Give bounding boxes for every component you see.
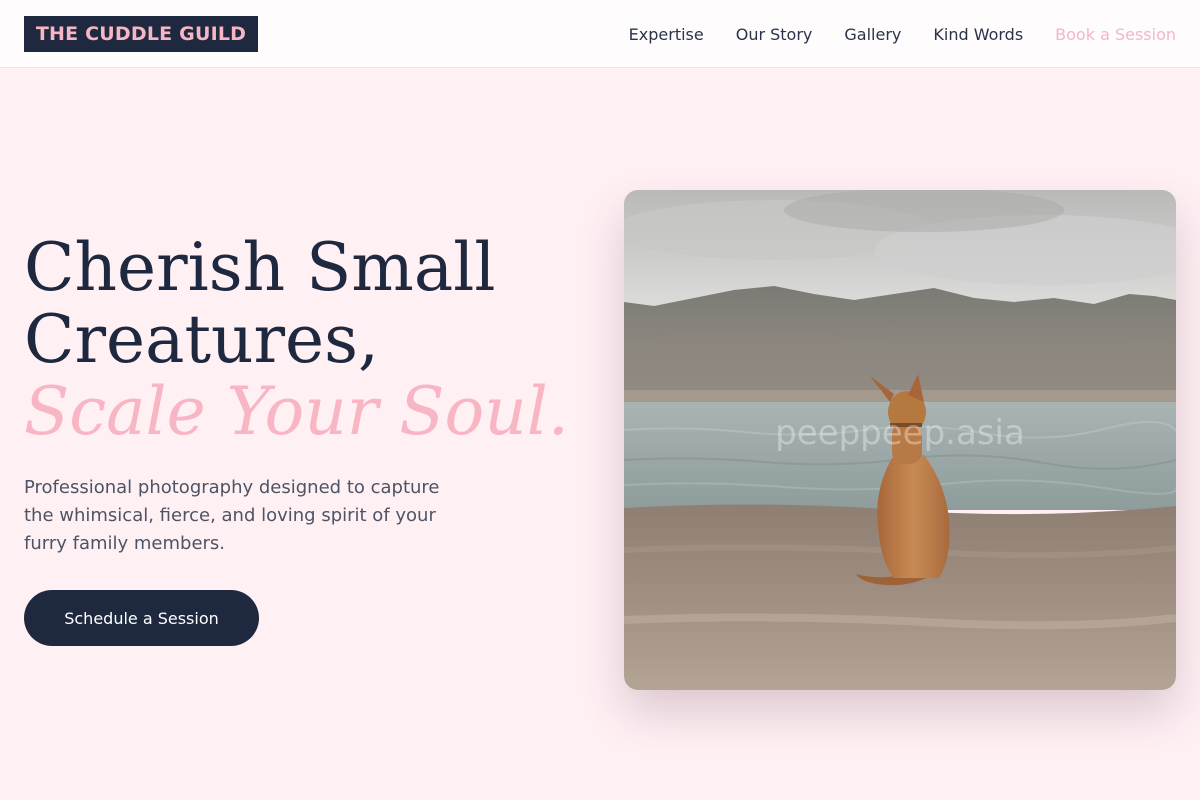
nav-link-book-session[interactable]: Book a Session [1055,25,1176,44]
hero-description: Professional photography designed to cap… [24,477,440,554]
hero-title-line-2: Creatures, [24,301,379,378]
schedule-session-button[interactable]: Schedule a Session [24,590,259,646]
hero-title-line-1: Cherish Small [24,229,496,306]
brand-logo[interactable]: THE CUDDLE GUILD [24,16,258,52]
nav-link-our-story[interactable]: Our Story [736,25,813,44]
nav-link-gallery[interactable]: Gallery [844,25,901,44]
nav-link-kind-words[interactable]: Kind Words [933,25,1023,44]
nav-link-expertise[interactable]: Expertise [629,25,704,44]
nav-links: Expertise Our Story Gallery Kind Words B… [629,22,1176,46]
photo-watermark: peeppeep.asia [775,413,1025,453]
hero-dog-photo: peeppeep.asia [624,190,1176,690]
hero-title: Cherish Small Creatures, Scale Your Soul… [24,232,584,448]
hero-title-accent: Scale Your Soul. [24,373,569,450]
top-navigation-bar: THE CUDDLE GUILD Expertise Our Story Gal… [0,0,1200,68]
